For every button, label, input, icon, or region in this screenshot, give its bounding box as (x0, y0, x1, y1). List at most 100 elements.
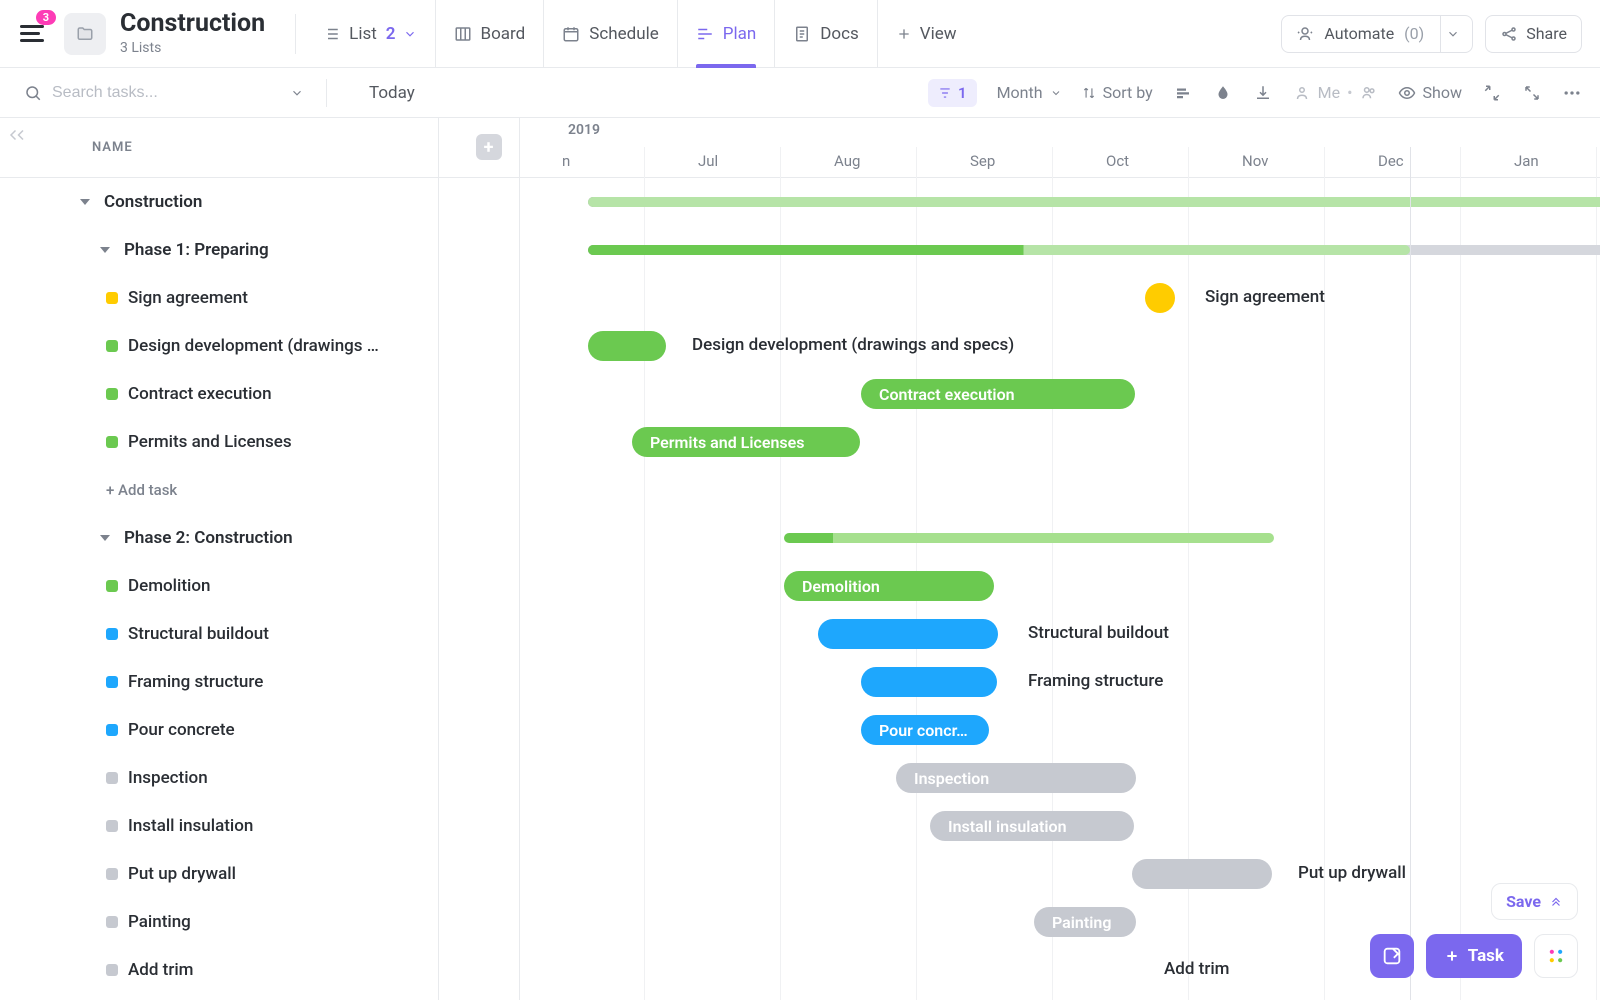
task-row[interactable]: Inspection (0, 754, 519, 802)
assignees-icon[interactable] (1360, 84, 1378, 102)
status-dot (106, 292, 118, 304)
gantt-bar[interactable] (1132, 859, 1272, 889)
search-icon (24, 84, 42, 102)
group-label: Construction (104, 192, 202, 212)
task-label: Structural buildout (128, 624, 269, 644)
zoom-label: Month (997, 83, 1043, 102)
month-label: Jul (698, 152, 718, 170)
task-label: Contract execution (128, 384, 272, 404)
group-construction[interactable]: Construction (0, 178, 519, 226)
tab-plan-label: Plan (723, 24, 757, 44)
gantt-bar[interactable]: Demolition (784, 571, 994, 601)
task-row[interactable]: Put up drywall (0, 850, 519, 898)
gantt-bar[interactable]: Install insulation (930, 811, 1134, 841)
me-button[interactable]: Me • (1293, 83, 1378, 102)
gantt-bar[interactable]: Inspection (896, 763, 1136, 793)
task-row[interactable]: Sign agreement (0, 274, 519, 322)
task-row[interactable]: Pour concrete (0, 706, 519, 754)
folder-icon[interactable] (64, 13, 106, 55)
gantt-bar[interactable] (861, 667, 997, 697)
today-button[interactable]: Today (369, 83, 415, 103)
status-dot (106, 580, 118, 592)
add-view-button[interactable]: View (878, 24, 975, 44)
status-dot (106, 340, 118, 352)
month-label: Dec (1378, 152, 1404, 170)
tab-list[interactable]: List 2 (304, 0, 435, 68)
add-column-button[interactable]: + (476, 134, 502, 160)
task-row[interactable]: Install insulation (0, 802, 519, 850)
add-view-label: View (920, 24, 957, 44)
color-icon[interactable] (1213, 83, 1233, 103)
filter-icon (938, 86, 952, 100)
task-label: Permits and Licenses (128, 432, 292, 452)
gantt-bar[interactable]: Contract execution (861, 379, 1135, 409)
month-label: Jan (1514, 152, 1539, 170)
apps-button[interactable] (1534, 934, 1578, 978)
search-input[interactable] (52, 84, 232, 102)
tab-plan[interactable]: Plan (678, 0, 776, 68)
sortby-label: Sort by (1103, 83, 1153, 102)
gantt-summary-bar[interactable] (588, 197, 1600, 207)
gantt-bar[interactable]: Pour concr… (861, 715, 989, 745)
expand-icon[interactable] (1522, 83, 1542, 103)
collapse-icon[interactable] (1482, 83, 1502, 103)
menu-button[interactable]: 3 (12, 14, 52, 54)
task-row[interactable]: Painting (0, 898, 519, 946)
download-icon[interactable] (1253, 83, 1273, 103)
gantt-summary-bar[interactable] (784, 533, 1274, 543)
status-dot (106, 916, 118, 928)
gantt-bar[interactable] (588, 331, 666, 361)
share-button[interactable]: Share (1485, 15, 1582, 53)
gantt-chart[interactable]: 2019 nJulAugSepOctNovDecJanF Sign agreem… (520, 118, 1600, 1000)
me-label: Me (1318, 83, 1340, 102)
task-label: Framing structure (128, 672, 263, 692)
task-label: Put up drywall (128, 864, 236, 884)
zoom-select[interactable]: Month (997, 83, 1062, 102)
tab-schedule[interactable]: Schedule (544, 0, 677, 68)
task-row[interactable]: Structural buildout (0, 610, 519, 658)
workspace-title: Construction (120, 11, 265, 37)
tab-board[interactable]: Board (436, 0, 545, 68)
new-task-button[interactable]: Task (1426, 934, 1522, 978)
note-button[interactable] (1370, 934, 1414, 978)
chevron-up-icon (1549, 895, 1563, 909)
sortby-button[interactable]: Sort by (1082, 83, 1153, 102)
gantt-header: 2019 nJulAugSepOctNovDecJanF (520, 118, 1600, 178)
gantt-year: 2019 (568, 122, 600, 138)
more-icon[interactable] (1562, 83, 1582, 103)
filter-chip[interactable]: 1 (928, 79, 977, 107)
add-task-button[interactable]: + Add task (0, 466, 519, 514)
gantt-bar-label: Framing structure (1028, 671, 1163, 691)
gantt-milestone[interactable] (1145, 283, 1175, 313)
gantt-bar[interactable]: Permits and Licenses (632, 427, 860, 457)
tab-docs[interactable]: Docs (775, 0, 878, 68)
task-row[interactable]: Contract execution (0, 370, 519, 418)
subgroup-phase1[interactable]: Phase 1: Preparing (0, 226, 519, 274)
month-label: Aug (834, 152, 860, 170)
gantt-bar[interactable] (818, 619, 998, 649)
task-row[interactable]: Permits and Licenses (0, 418, 519, 466)
caret-down-icon (100, 535, 110, 541)
show-button[interactable]: Show (1398, 83, 1462, 102)
filter-count: 1 (958, 84, 967, 102)
task-row[interactable]: Design development (drawings … (0, 322, 519, 370)
automate-button[interactable]: Automate (0) (1281, 15, 1473, 53)
gantt-bar-label: Put up drywall (1298, 863, 1406, 883)
status-dot (106, 772, 118, 784)
settings-icon[interactable] (1173, 83, 1193, 103)
workspace-subtitle: 3 Lists (120, 40, 265, 56)
status-dot (106, 628, 118, 640)
subgroup-phase2[interactable]: Phase 2: Construction (0, 514, 519, 562)
toolbar: Today 1 Month Sort by Me • (0, 68, 1600, 118)
gantt-summary-bar[interactable] (588, 245, 1410, 255)
task-row[interactable]: Add trim (0, 946, 519, 994)
caret-down-icon (80, 199, 90, 205)
automate-dropdown-icon[interactable] (1440, 15, 1464, 53)
task-row[interactable]: Demolition (0, 562, 519, 610)
task-row[interactable]: Framing structure (0, 658, 519, 706)
search-dropdown-icon[interactable] (290, 86, 304, 100)
save-button[interactable]: Save (1491, 883, 1578, 920)
caret-down-icon (100, 247, 110, 253)
gantt-bar[interactable]: Painting (1034, 907, 1136, 937)
task-label: Sign agreement (128, 288, 248, 308)
